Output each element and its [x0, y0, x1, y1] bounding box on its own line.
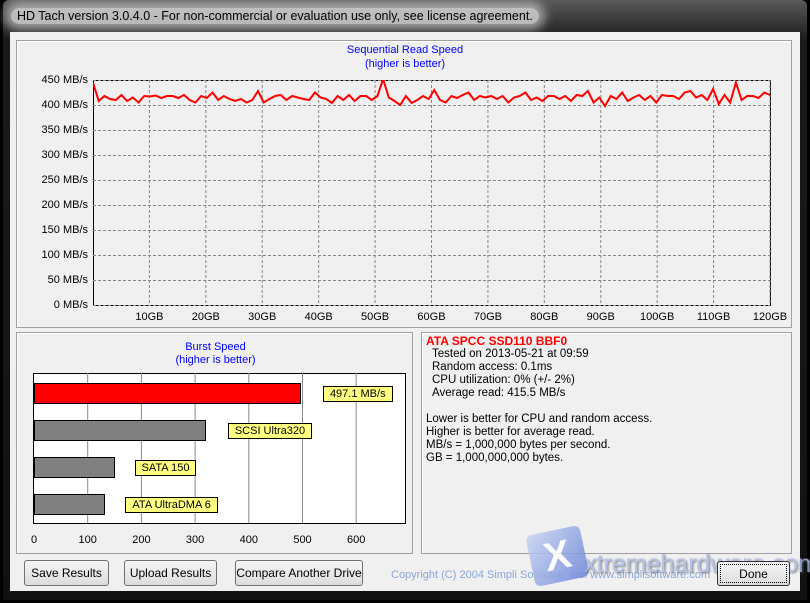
y-tick-label: 300 MB/s [41, 148, 88, 161]
seq-title: Sequential Read Speed [346, 44, 464, 56]
y-tick-label: 150 MB/s [41, 223, 88, 236]
burst-bar-label: ATA UltraDMA 6 [125, 497, 218, 513]
y-tick-label: 350 MB/s [41, 123, 88, 136]
upload-results-button[interactable]: Upload Results [124, 560, 217, 586]
burst-bar [34, 457, 115, 478]
note-line: MB/s = 1,000,000 bytes per second. [426, 439, 611, 451]
y-tick-label: 50 MB/s [47, 273, 88, 286]
burst-bar [34, 494, 106, 515]
x-tick-label: 100 [78, 534, 97, 546]
burst-bar-label: SCSI Ultra320 [227, 423, 313, 439]
drive-name: ATA SPCC SSD110 BBF0 [426, 334, 568, 348]
burst-bar [34, 420, 206, 441]
x-tick-label: 20GB [191, 311, 220, 323]
seq-subtitle: (higher is better) [364, 58, 446, 70]
x-tick-label: 100GB [640, 311, 675, 323]
x-tick-label: 120GB [752, 311, 788, 323]
x-tick-label: 600 [347, 534, 366, 546]
burst-title: Burst Speed [185, 341, 246, 353]
x-tick-label: 30GB [248, 311, 277, 323]
x-tick-label: 50GB [361, 311, 390, 323]
x-tick-label: 70GB [473, 311, 502, 323]
y-tick-label: 400 MB/s [41, 98, 88, 111]
x-tick-label: 0 [30, 534, 38, 546]
info-line: Average read: 415.5 MB/s [432, 387, 566, 399]
save-results-button[interactable]: Save Results [24, 560, 109, 586]
x-tick-label: 200 [132, 534, 151, 546]
burst-subtitle: (higher is better) [175, 354, 256, 366]
x-tick-label: 400 [239, 534, 258, 546]
x-tick-label: 80GB [530, 311, 559, 323]
x-tick-label: 300 [185, 534, 205, 546]
burst-bar-label: SATA 150 [134, 460, 197, 476]
x-tick-label: 90GB [586, 311, 615, 323]
y-tick-label: 200 MB/s [41, 198, 88, 211]
info-line: Tested on 2013-05-21 at 09:59 [432, 348, 589, 360]
info-panel: ATA SPCC SSD110 BBF0 Tested on 2013-05-2… [421, 332, 792, 554]
info-line: Random access: 0.1ms [432, 361, 553, 373]
done-button[interactable]: Done [717, 561, 790, 586]
burst-bar [34, 383, 301, 404]
info-line: CPU utilization: 0% (+/- 2%) [432, 374, 575, 386]
x-tick-label: 60GB [417, 311, 446, 323]
y-tick-label: 450 MB/s [41, 73, 88, 86]
note-line: Higher is better for average read. [426, 426, 595, 438]
note-line: GB = 1,000,000,000 bytes. [426, 452, 564, 464]
y-tick-label: 250 MB/s [41, 173, 88, 186]
window-title: HD Tach version 3.0.4.0 - For non-commer… [11, 8, 539, 24]
x-tick-label: 40GB [304, 311, 333, 323]
compare-drive-button[interactable]: Compare Another Drive [235, 560, 363, 586]
note-line: Lower is better for CPU and random acces… [426, 413, 653, 425]
x-tick-label: 110GB [696, 311, 731, 323]
seq-plot [93, 80, 771, 306]
burst-bar-label: 497.1 MB/s [322, 386, 393, 402]
x-tick-label: 500 [293, 534, 312, 546]
x-tick-label: 10GB [135, 311, 164, 323]
y-tick-label: 100 MB/s [41, 248, 88, 261]
y-tick-label: 0 MB/s [53, 298, 88, 311]
